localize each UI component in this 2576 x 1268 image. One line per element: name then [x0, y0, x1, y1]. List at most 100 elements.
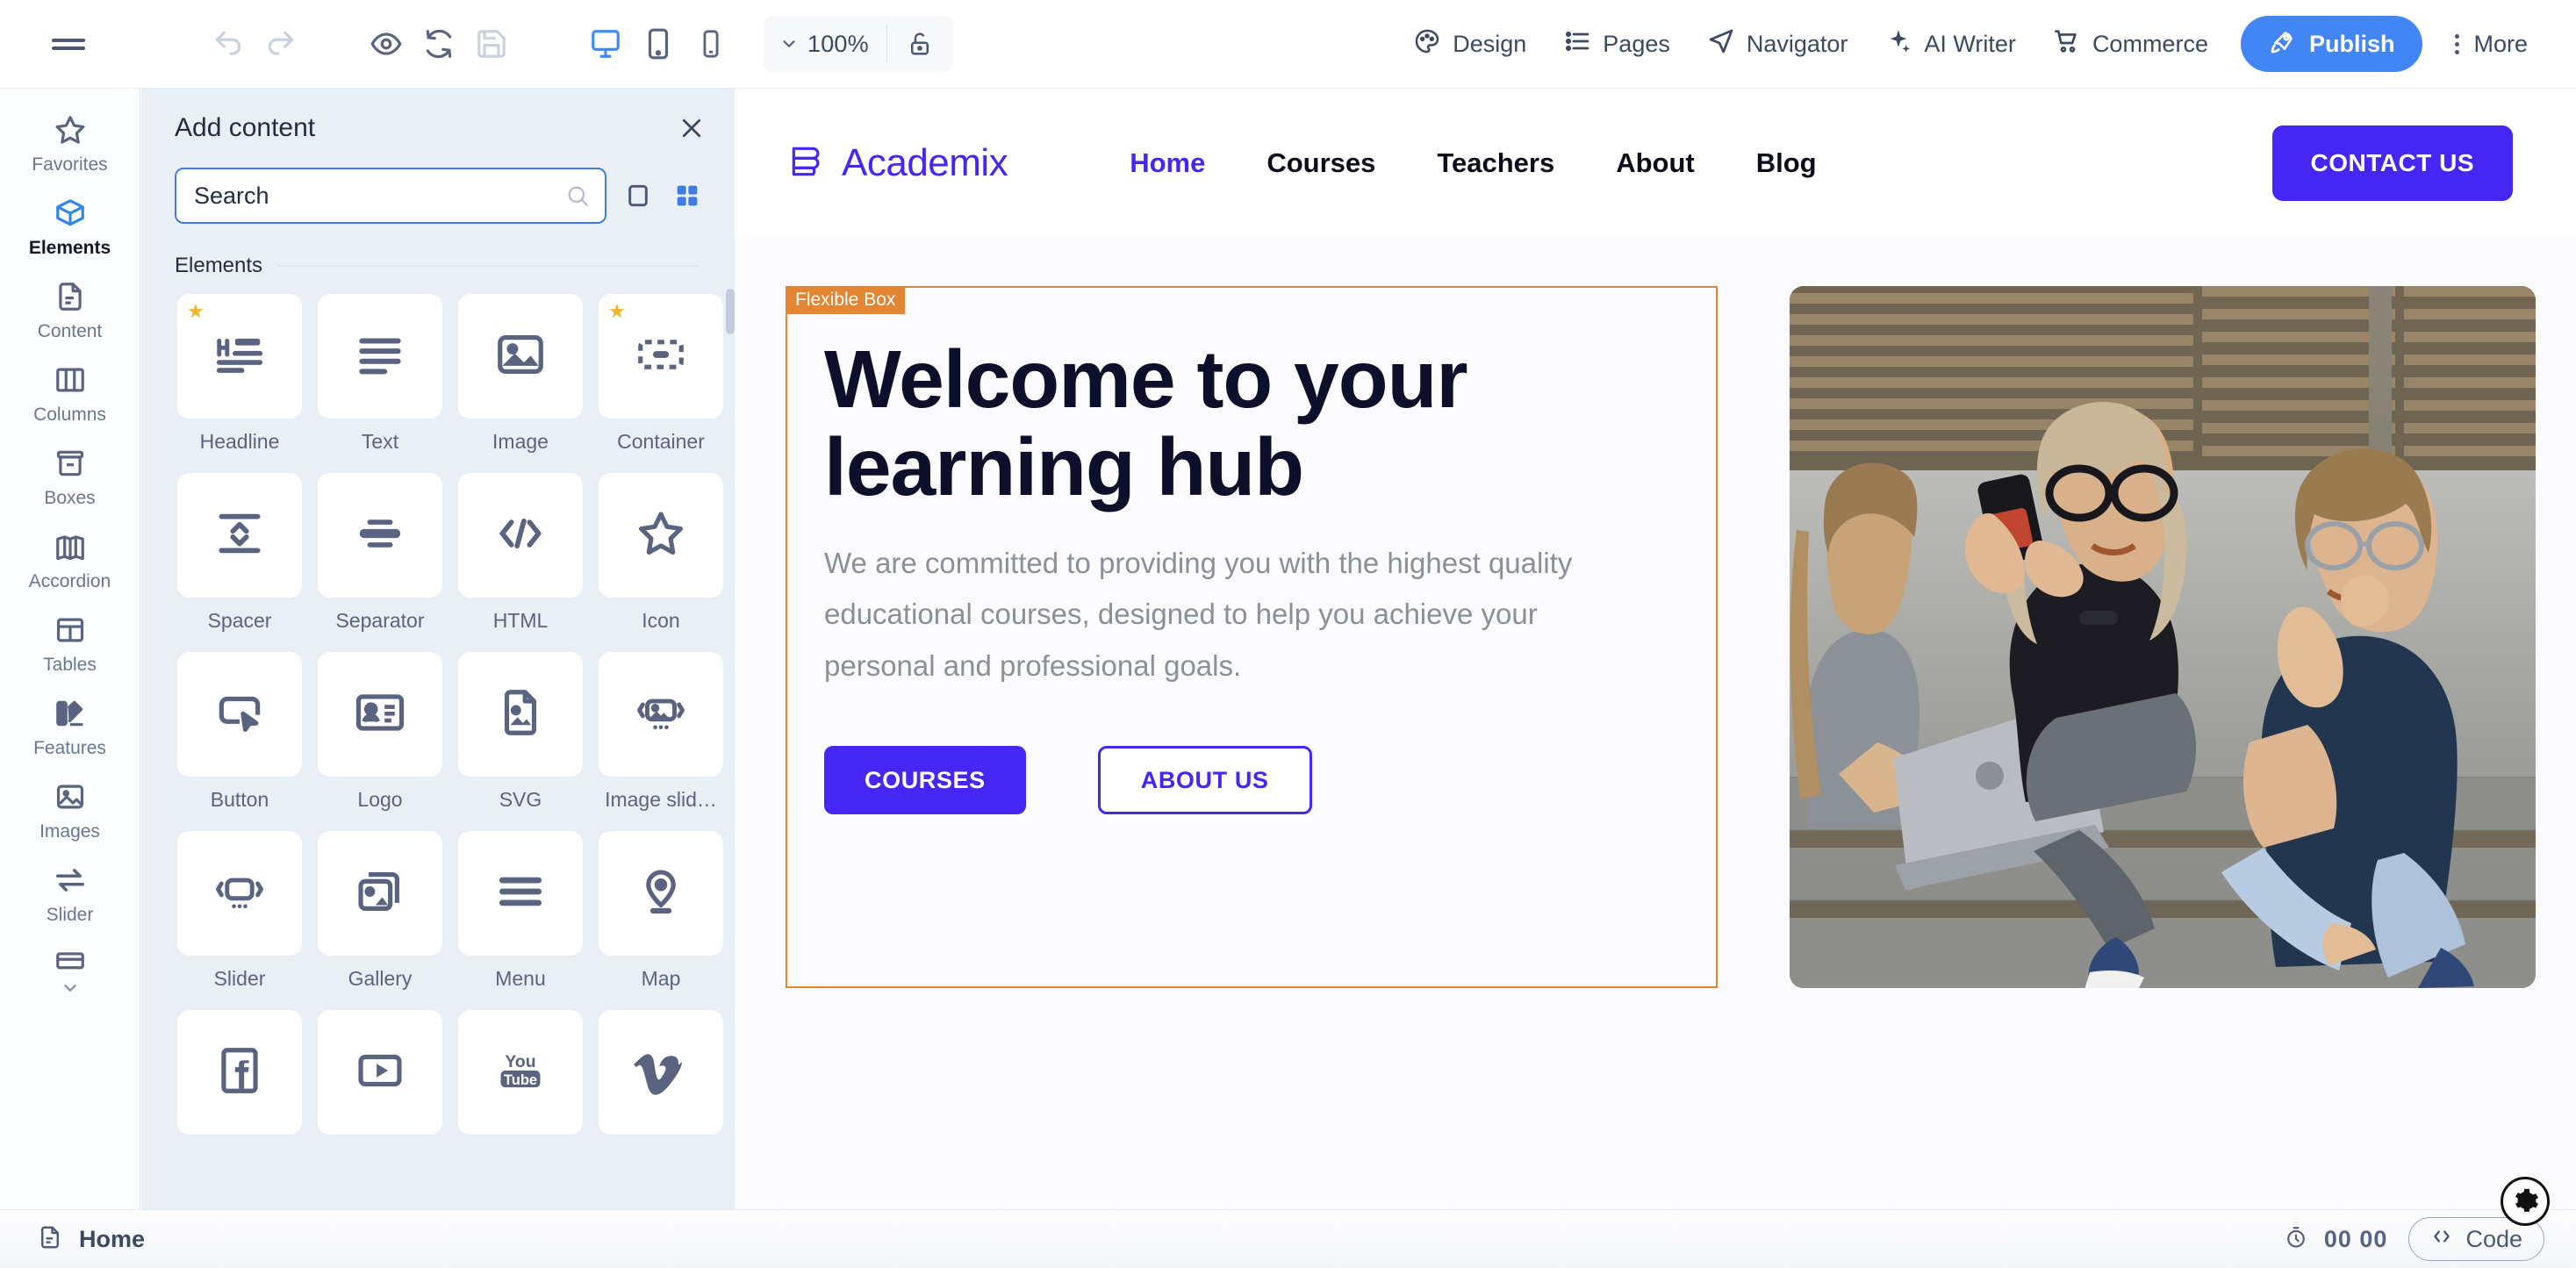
tile	[318, 652, 442, 777]
element-tile-container[interactable]: ★ Container	[592, 294, 729, 473]
panel-scrollbar[interactable]	[726, 278, 735, 1209]
element-tile-spacer[interactable]: Spacer	[171, 473, 308, 652]
element-tile-image[interactable]: Image	[452, 294, 589, 473]
elements-scroll-area[interactable]: ★ Headline Text Image ★ Container Spacer…	[141, 278, 735, 1209]
element-tile-vimeo[interactable]	[592, 1010, 729, 1165]
nav-link-home[interactable]: Home	[1099, 147, 1236, 179]
mobile-view-icon[interactable]	[685, 18, 737, 70]
nav-link-blog[interactable]: Blog	[1726, 147, 1848, 179]
toolbar-item-ai-writer[interactable]: AI Writer	[1866, 17, 2034, 71]
element-tile-label: SVG	[499, 788, 542, 811]
sidebar-item-slider[interactable]: Slider	[0, 851, 140, 935]
element-tile-label: Text	[361, 430, 399, 453]
nav-link-teachers[interactable]: Teachers	[1406, 147, 1585, 179]
chevron-down-icon[interactable]	[57, 978, 83, 1002]
sidebar-item-accordion[interactable]: Accordion	[0, 518, 140, 601]
section-header: Elements	[141, 224, 735, 278]
element-tile-video[interactable]	[312, 1010, 448, 1165]
tile: You Tube	[458, 1010, 583, 1135]
hero-flexible-box[interactable]: Flexible Box Welcome to your learning hu…	[786, 286, 1718, 988]
element-tile-slider[interactable]: Slider	[171, 831, 308, 1010]
cube-icon	[54, 195, 87, 232]
element-tile-youtube[interactable]: You Tube	[452, 1010, 589, 1165]
contact-us-button[interactable]: CONTACT US	[2271, 125, 2513, 201]
scrollbar-thumb[interactable]	[726, 289, 735, 334]
about-us-button[interactable]: ABOUT US	[1097, 746, 1312, 815]
sidebar-item-columns[interactable]: Columns	[0, 351, 140, 434]
undo-icon[interactable]	[202, 18, 255, 70]
toolbar-item-commerce[interactable]: Commerce	[2034, 17, 2227, 71]
sidebar-more-toggle[interactable]	[0, 935, 140, 1011]
search-input[interactable]	[176, 182, 605, 210]
youtube-icon: You Tube	[493, 1043, 548, 1102]
toolbar-item-navigator[interactable]: Navigator	[1689, 17, 1867, 71]
element-tile-menu[interactable]: Menu	[452, 831, 589, 1010]
element-tile-gallery[interactable]: Gallery	[312, 831, 448, 1010]
element-tile-label: Container	[617, 430, 705, 453]
toolbar-item-design[interactable]: Design	[1395, 17, 1545, 71]
website-preview-canvas[interactable]: Academix Home Courses Teachers About Blo…	[735, 89, 2576, 1209]
element-tile-separator[interactable]: Separator	[312, 473, 448, 652]
site-header: Academix Home Courses Teachers About Blo…	[735, 89, 2576, 238]
footer-block-icon	[54, 945, 87, 982]
element-tile-image-slider[interactable]: Image slid…	[592, 652, 729, 831]
list-view-icon[interactable]	[621, 178, 656, 213]
toolbar-item-label: AI Writer	[1924, 30, 2016, 57]
site-brand[interactable]: Academix	[787, 141, 1008, 186]
zoom-control[interactable]: 100%	[764, 16, 952, 72]
courses-button[interactable]: COURSES	[824, 746, 1026, 815]
eye-preview-icon[interactable]	[360, 18, 413, 70]
search-field[interactable]	[175, 168, 606, 224]
save-icon[interactable]	[465, 18, 518, 70]
headline-icon	[212, 327, 267, 386]
element-tile-icon[interactable]: Icon	[592, 473, 729, 652]
element-tile-facebook[interactable]	[171, 1010, 308, 1165]
slider-icon	[212, 864, 267, 923]
toolbar-item-pages[interactable]: Pages	[1545, 17, 1689, 71]
sidebar-item-label: Slider	[46, 905, 94, 925]
reload-icon[interactable]	[413, 18, 465, 70]
grid-view-icon[interactable]	[670, 178, 705, 213]
tablet-view-icon[interactable]	[632, 18, 685, 70]
desktop-view-icon[interactable]	[579, 18, 632, 70]
element-tile-svg[interactable]: SVG	[452, 652, 589, 831]
palette-icon	[1413, 27, 1441, 61]
unlock-icon[interactable]	[887, 31, 952, 57]
element-tile-html[interactable]: HTML	[452, 473, 589, 652]
hero-paragraph[interactable]: We are committed to providing you with t…	[824, 538, 1632, 691]
brand-name: Academix	[842, 141, 1008, 184]
section-title: Elements	[175, 254, 263, 277]
close-icon[interactable]	[678, 115, 705, 141]
sidebar-item-images[interactable]: Images	[0, 768, 140, 851]
gear-icon[interactable]	[2501, 1177, 2550, 1226]
shopping-cart-icon	[2053, 27, 2081, 61]
document-icon	[54, 278, 87, 315]
status-bar-page[interactable]: Home	[37, 1224, 145, 1255]
element-tile-button[interactable]: Button	[171, 652, 308, 831]
tile	[177, 473, 302, 598]
element-tile-text[interactable]: Text	[312, 294, 448, 473]
nav-link-courses[interactable]: Courses	[1236, 147, 1406, 179]
chevron-down-icon[interactable]	[764, 34, 802, 54]
sidebar-item-boxes[interactable]: Boxes	[0, 434, 140, 518]
nav-link-about[interactable]: About	[1585, 147, 1726, 179]
element-tile-headline[interactable]: ★ Headline	[171, 294, 308, 473]
redo-icon[interactable]	[255, 18, 307, 70]
sidebar-item-content[interactable]: Content	[0, 268, 140, 351]
sidebar-item-favorites[interactable]: Favorites	[0, 101, 140, 184]
sidebar-item-elements[interactable]: Elements	[0, 184, 140, 268]
hamburger-menu-icon[interactable]	[42, 18, 95, 70]
element-tile-map[interactable]: Map	[592, 831, 729, 1010]
element-tile-label: Image	[492, 430, 549, 453]
publish-button[interactable]: Publish	[2240, 16, 2423, 72]
element-tile-logo[interactable]: Logo	[312, 652, 448, 831]
hero-photo[interactable]	[1790, 286, 2536, 988]
more-button[interactable]: More	[2436, 17, 2546, 71]
three-dots-vertical-icon	[2455, 33, 2460, 54]
hero-heading[interactable]: Welcome to your learning hub	[824, 335, 1665, 512]
left-icon-rail: Favorites Elements Content Columns Boxes…	[0, 89, 140, 1209]
element-tile-label: Map	[641, 967, 681, 990]
sidebar-item-tables[interactable]: Tables	[0, 601, 140, 684]
sidebar-item-features[interactable]: Features	[0, 684, 140, 768]
element-tile-label: Button	[210, 788, 269, 811]
